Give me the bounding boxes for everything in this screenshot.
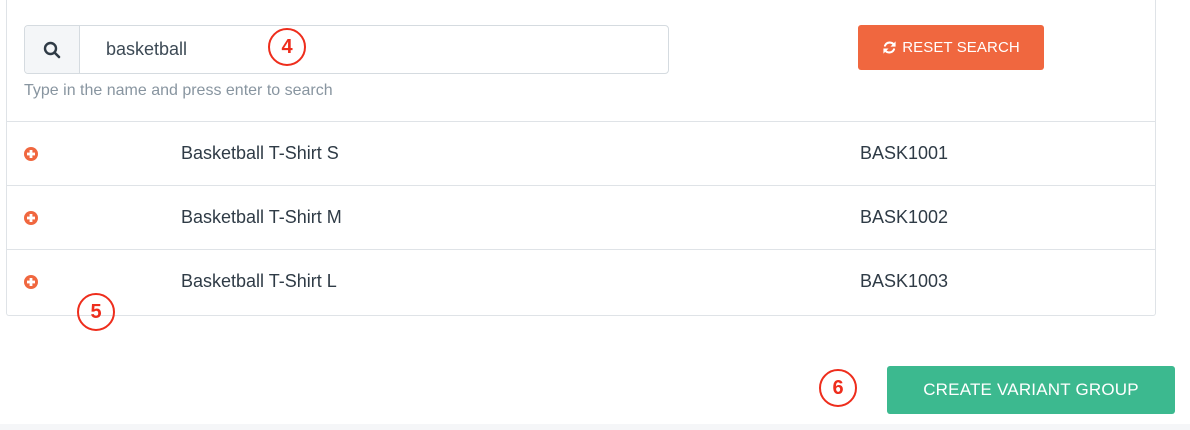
product-row: Basketball T-Shirt L BASK1003 bbox=[6, 249, 1156, 313]
product-sku: BASK1003 bbox=[860, 271, 949, 291]
product-row: Basketball T-Shirt M BASK1002 bbox=[6, 185, 1156, 249]
reset-search-label: RESET SEARCH bbox=[902, 39, 1020, 56]
callout-marker-6: 6 bbox=[819, 369, 857, 407]
product-list: Basketball T-Shirt S BASK1001 Basketball… bbox=[6, 121, 1156, 313]
callout-marker-5: 5 bbox=[77, 293, 115, 331]
product-sku: BASK1001 bbox=[860, 143, 949, 163]
product-sku: BASK1002 bbox=[860, 207, 949, 227]
search-help-text: Type in the name and press enter to sear… bbox=[24, 82, 333, 99]
footer-strip bbox=[0, 424, 1190, 430]
add-circle-icon[interactable] bbox=[24, 211, 38, 225]
search-addon bbox=[25, 26, 80, 73]
callout-marker-4: 4 bbox=[268, 28, 306, 66]
refresh-icon bbox=[883, 41, 896, 54]
search-field-group bbox=[24, 25, 669, 74]
add-circle-icon[interactable] bbox=[24, 147, 38, 161]
search-input[interactable] bbox=[80, 26, 668, 73]
add-circle-icon[interactable] bbox=[24, 275, 38, 289]
product-name: Basketball T-Shirt M bbox=[181, 207, 342, 227]
reset-search-button[interactable]: RESET SEARCH bbox=[858, 25, 1044, 70]
create-variant-group-button[interactable]: CREATE VARIANT GROUP bbox=[887, 366, 1175, 414]
product-name: Basketball T-Shirt L bbox=[181, 271, 337, 291]
product-row: Basketball T-Shirt S BASK1001 bbox=[6, 121, 1156, 185]
product-name: Basketball T-Shirt S bbox=[181, 143, 339, 163]
search-icon bbox=[43, 41, 61, 58]
